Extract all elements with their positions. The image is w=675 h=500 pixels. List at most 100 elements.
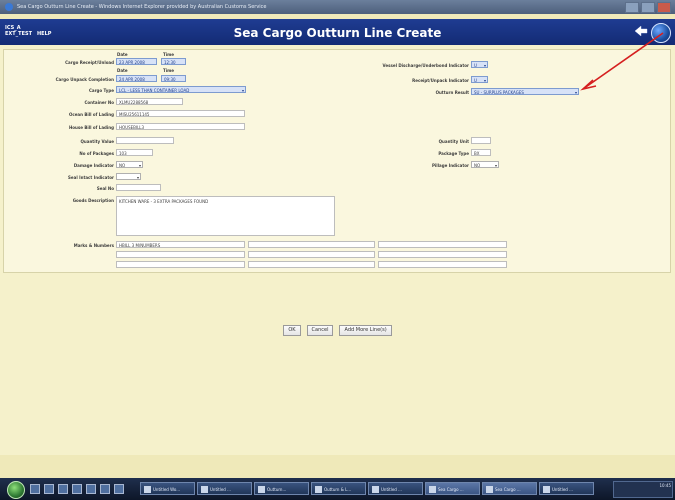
window-title: Sea Cargo Outturn Line Create - Windows …	[17, 4, 267, 10]
marks-numbers-field-2[interactable]	[248, 241, 375, 248]
date-label: Date	[117, 52, 128, 57]
window-icon	[429, 486, 436, 493]
quick-launch-icon[interactable]	[100, 484, 110, 494]
quick-launch-icon[interactable]	[86, 484, 96, 494]
globe-icon	[651, 23, 671, 43]
window-icon	[486, 486, 493, 493]
receipt-unpack-label: Receipt/Unpack Indicator	[412, 78, 469, 83]
taskbar-item-label: Untitled Wo...	[153, 487, 181, 492]
window-frame: Sea Cargo Outturn Line Create - Windows …	[0, 0, 675, 500]
quick-launch-icon[interactable]	[30, 484, 40, 494]
receipt-unpack-value: U	[474, 78, 477, 83]
browser-titlebar: Sea Cargo Outturn Line Create - Windows …	[0, 0, 675, 14]
outturn-result-label: Outturn Result	[435, 90, 469, 95]
marks-numbers-field-5[interactable]	[248, 251, 375, 258]
marks-numbers-field-6[interactable]	[378, 251, 507, 258]
goods-description-label: Goods Description	[72, 198, 114, 203]
quick-launch-icon[interactable]	[44, 484, 54, 494]
maximize-button[interactable]	[641, 2, 655, 13]
clock: 10:45	[659, 483, 671, 488]
taskbar-item-label: Sea Cargo ...	[495, 487, 521, 492]
start-orb-icon[interactable]	[7, 481, 25, 499]
taskbar-item[interactable]: Outturn & L...	[311, 482, 366, 495]
damage-indicator-value: NO	[119, 163, 126, 168]
add-more-lines-button[interactable]: Add More Line(s)	[339, 325, 392, 336]
outturn-result-select[interactable]: SU - SURPLUS PACKAGES ▾	[471, 88, 579, 95]
marks-numbers-field-8[interactable]	[248, 261, 375, 268]
marks-numbers-label: Marks & Numbers	[73, 243, 114, 248]
minimize-button[interactable]	[625, 2, 639, 13]
ok-button[interactable]: OK	[283, 325, 301, 336]
vessel-discharge-label: Vessel Discharge/Underbond Indicator	[382, 63, 469, 68]
receipt-unpack-select[interactable]: U ▾	[471, 76, 488, 83]
seal-no-field[interactable]	[116, 184, 161, 191]
container-no-field[interactable]: XLMU2288568	[116, 98, 183, 105]
taskbar-item[interactable]: Sea Cargo ...	[425, 482, 480, 495]
marks-numbers-field-9[interactable]	[378, 261, 507, 268]
ocean-bill-field[interactable]: MISU25611145	[116, 110, 245, 117]
window-icon	[372, 486, 379, 493]
taskbar-item-label: Sea Cargo ...	[438, 487, 464, 492]
form-panel: Date Time Cargo Receipt/Unload 23 APR 20…	[3, 49, 671, 273]
package-type-field[interactable]: BX	[471, 149, 491, 156]
quick-launch-icon[interactable]	[72, 484, 82, 494]
package-type-label: Package Type	[438, 151, 469, 156]
app-header: ICS_A EXT_TEST HELP Sea Cargo Outturn Li…	[0, 19, 675, 45]
cargo-type-label: Cargo Type	[88, 88, 114, 93]
taskbar-item[interactable]: Untitled ...	[197, 482, 252, 495]
chevron-down-icon: ▾	[241, 88, 244, 93]
back-arrow-icon[interactable]	[634, 25, 648, 38]
taskbar-item[interactable]: Untitled ...	[368, 482, 423, 495]
container-no-label: Container No	[84, 100, 114, 105]
taskbar-item[interactable]: Untitled ...	[539, 482, 594, 495]
pillage-indicator-select[interactable]: NO ▾	[471, 161, 499, 168]
window-icon	[315, 486, 322, 493]
chevron-down-icon: ▾	[136, 175, 139, 180]
taskbar-item[interactable]: Sea Cargo ...	[482, 482, 537, 495]
house-bill-field[interactable]: HOUSEBILL3	[116, 123, 245, 130]
window-controls	[625, 2, 671, 13]
window-icon	[258, 486, 265, 493]
pillage-indicator-value: NO	[474, 163, 481, 168]
seal-no-label: Seal No	[96, 186, 114, 191]
marks-numbers-field-7[interactable]	[116, 261, 245, 268]
cargo-unpack-label: Cargo Unpack Completion	[55, 77, 114, 82]
cargo-unpack-date[interactable]: 24 APR 2008	[116, 75, 157, 82]
taskbar-item-label: Outturn...	[267, 487, 287, 492]
outturn-result-value: SU - SURPLUS PACKAGES	[474, 90, 524, 95]
marks-numbers-field-1[interactable]: HBILL 3 M/NUMBERS	[116, 241, 245, 248]
cargo-unpack-time[interactable]: 09:30	[161, 75, 186, 82]
main-content: Date Time Cargo Receipt/Unload 23 APR 20…	[0, 45, 675, 455]
taskbar-item-label: Untitled ...	[381, 487, 402, 492]
taskbar-item[interactable]: Outturn...	[254, 482, 309, 495]
quantity-value-field[interactable]	[116, 137, 174, 144]
goods-description-textarea[interactable]: KITCHEN WARE - 3 EXTRA PACKAGES FOUND	[116, 196, 335, 236]
quantity-value-label: Quantity Value	[80, 139, 115, 144]
quantity-unit-label: Quantity Unit	[438, 139, 469, 144]
quick-launch-icon[interactable]	[114, 484, 124, 494]
marks-numbers-field-4[interactable]	[116, 251, 245, 258]
vessel-discharge-value: U	[474, 63, 477, 68]
vessel-discharge-select[interactable]: U ▾	[471, 61, 488, 68]
pillage-indicator-label: Pillage Indicator	[432, 163, 469, 168]
page-title: Sea Cargo Outturn Line Create	[233, 26, 442, 40]
date-label: Date	[117, 68, 128, 73]
cargo-receipt-time[interactable]: 12:30	[161, 58, 186, 65]
quantity-unit-field[interactable]	[471, 137, 491, 144]
window-icon	[201, 486, 208, 493]
cargo-receipt-label: Cargo Receipt/Unload	[65, 60, 114, 65]
marks-numbers-field-3[interactable]	[378, 241, 507, 248]
taskbar-item-label: Outturn & L...	[324, 487, 352, 492]
cargo-type-select[interactable]: LCL - LESS THAN CONTAINER LOAD ▾	[116, 86, 246, 93]
packages-label: No of Packages	[79, 151, 114, 156]
damage-indicator-select[interactable]: NO ▾	[116, 161, 143, 168]
packages-field[interactable]: 103	[116, 149, 153, 156]
taskbar-item[interactable]: Untitled Wo...	[140, 482, 195, 495]
cancel-button[interactable]: Cancel	[306, 325, 334, 336]
cargo-receipt-date[interactable]: 23 APR 2008	[116, 58, 157, 65]
quick-launch-icon[interactable]	[58, 484, 68, 494]
browser-icon	[5, 3, 13, 11]
seal-intact-select[interactable]: ▾	[116, 173, 141, 180]
ocean-bill-label: Ocean Bill of Lading	[68, 112, 114, 117]
close-button[interactable]	[657, 2, 671, 13]
